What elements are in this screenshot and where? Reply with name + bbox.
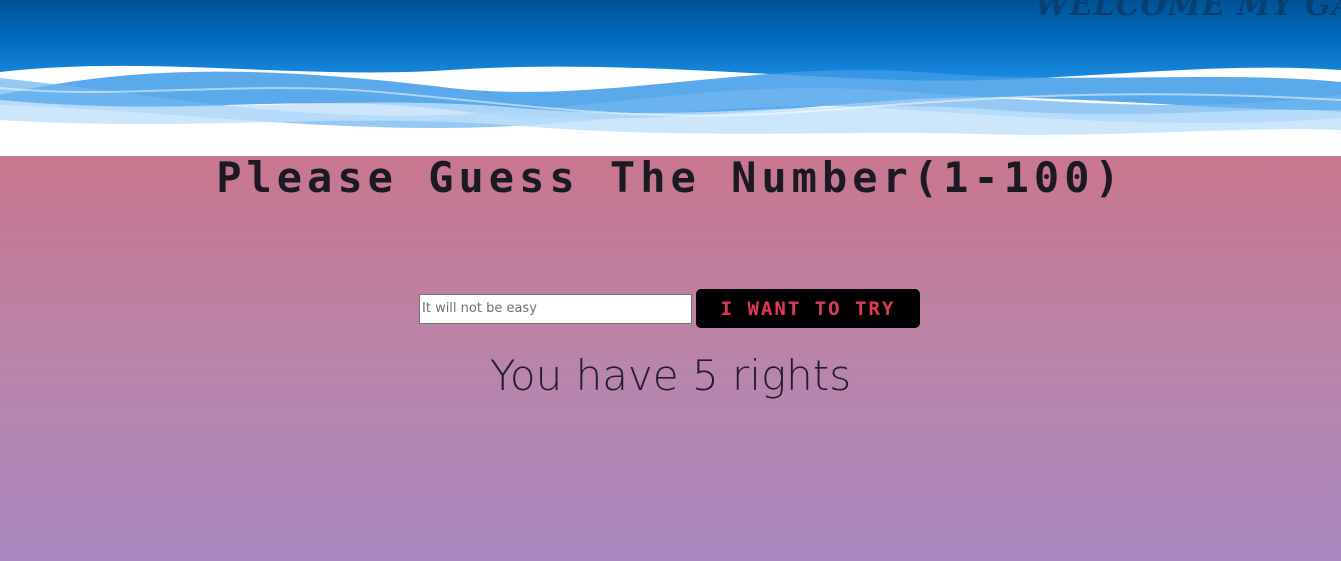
game-page: WELCOME MY GA Please Guess The Number(1-… xyxy=(0,0,1341,561)
remaining-rights-text: You have 5 rights xyxy=(489,351,852,400)
welcome-heading: WELCOME MY GA xyxy=(1035,0,1341,23)
guess-form: I WANT TO TRY xyxy=(419,289,920,328)
page-title: Please Guess The Number(1-100) xyxy=(216,153,1125,202)
try-button[interactable]: I WANT TO TRY xyxy=(696,289,920,328)
guess-input[interactable] xyxy=(419,293,692,324)
wave-header-banner: WELCOME MY GA xyxy=(0,0,1341,156)
wave-decoration xyxy=(0,0,1341,156)
